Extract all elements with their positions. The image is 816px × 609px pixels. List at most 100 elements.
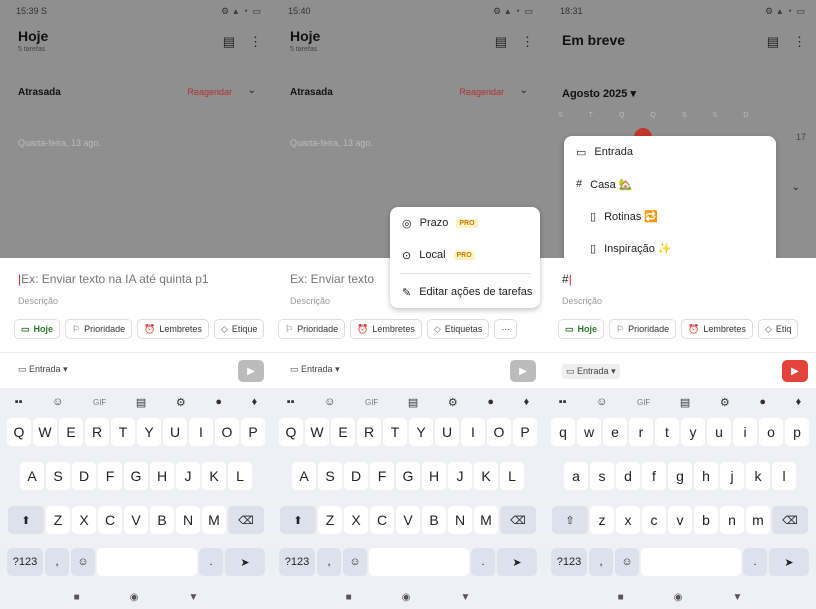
key[interactable]: S — [46, 462, 70, 490]
shift-key[interactable]: ⬆ — [8, 506, 44, 534]
apps-icon[interactable]: ▪▪ — [15, 396, 23, 408]
back-icon[interactable]: ▼ — [188, 592, 198, 603]
description-input[interactable]: Descrição — [290, 296, 330, 306]
project-selector[interactable]: ▭ Entrada ▾ — [290, 364, 340, 375]
chip-reminders[interactable]: ⏰ Lembretes — [350, 319, 422, 339]
key[interactable]: V — [124, 506, 148, 534]
key[interactable]: R — [357, 418, 381, 446]
gif-button[interactable]: GIF — [637, 398, 650, 407]
palette-icon[interactable]: ● — [759, 396, 766, 408]
key[interactable]: l — [772, 462, 796, 490]
key[interactable]: Z — [318, 506, 342, 534]
key[interactable]: s — [590, 462, 614, 490]
enter-key[interactable]: ➤ — [225, 548, 265, 576]
key[interactable]: E — [331, 418, 355, 446]
key[interactable]: W — [305, 418, 329, 446]
key[interactable]: j — [720, 462, 744, 490]
key[interactable]: F — [98, 462, 122, 490]
backspace-key[interactable]: ⌫ — [772, 506, 808, 534]
chip-labels[interactable]: ◇ Etiq — [757, 319, 799, 339]
key[interactable]: x — [616, 506, 640, 534]
comma-key[interactable]: , — [317, 548, 341, 576]
month-selector[interactable]: Agosto 2025 ▾ — [562, 87, 636, 100]
apps-icon[interactable]: ▪▪ — [287, 396, 295, 408]
key[interactable]: p — [785, 418, 809, 446]
key[interactable]: I — [189, 418, 213, 446]
key[interactable]: z — [590, 506, 614, 534]
key[interactable]: C — [98, 506, 122, 534]
chip-today[interactable]: ▭ Hoje — [558, 319, 605, 339]
symbols-key[interactable]: ?123 — [279, 548, 315, 576]
view-icon[interactable]: ▤ — [495, 34, 507, 50]
key[interactable]: h — [694, 462, 718, 490]
reschedule-button[interactable]: Reagendar — [459, 87, 504, 97]
key[interactable]: D — [344, 462, 368, 490]
key[interactable]: P — [241, 418, 265, 446]
key[interactable]: b — [694, 506, 718, 534]
chip-today[interactable]: ▭ Hoje — [14, 319, 61, 339]
more-menu-icon[interactable]: ⋮ — [793, 34, 806, 50]
emoji-key[interactable]: ☺ — [343, 548, 367, 576]
chip-more[interactable]: ··· — [494, 319, 518, 339]
key[interactable]: i — [733, 418, 757, 446]
palette-icon[interactable]: ● — [215, 396, 222, 408]
description-input[interactable]: Descrição — [18, 296, 58, 306]
send-button[interactable]: ▶ — [782, 360, 808, 382]
space-key[interactable] — [641, 548, 741, 576]
send-button[interactable]: ▶ — [238, 360, 264, 382]
clipboard-icon[interactable]: ▤ — [680, 396, 690, 409]
calendar-day[interactable]: 17 — [796, 132, 806, 142]
key[interactable]: M — [474, 506, 498, 534]
settings-icon[interactable]: ⚙ — [176, 396, 186, 409]
key[interactable]: B — [422, 506, 446, 534]
chip-priority[interactable]: ⚐ Prioridade — [278, 319, 346, 339]
key[interactable]: r — [629, 418, 653, 446]
period-key[interactable]: . — [471, 548, 495, 576]
send-button[interactable]: ▶ — [510, 360, 536, 382]
apps-icon[interactable]: ▪▪ — [559, 396, 567, 408]
task-name-input[interactable]: #| — [562, 272, 572, 286]
key[interactable]: B — [150, 506, 174, 534]
chevron-down-icon[interactable]: ⌄ — [248, 85, 256, 96]
key[interactable]: T — [383, 418, 407, 446]
key[interactable]: Q — [279, 418, 303, 446]
task-name-input[interactable]: |Ex: Enviar texto na IA até quinta p1 — [18, 272, 209, 286]
enter-key[interactable]: ➤ — [497, 548, 537, 576]
project-item-rotinas[interactable]: ▯ Rotinas 🔁 — [564, 200, 776, 232]
popup-item-location[interactable]: ⊙ Local PRO — [390, 239, 540, 271]
sticker-icon[interactable]: ☺ — [52, 396, 63, 408]
backspace-key[interactable]: ⌫ — [500, 506, 536, 534]
back-icon[interactable]: ▼ — [732, 592, 742, 603]
settings-icon[interactable]: ⚙ — [720, 396, 730, 409]
sticker-icon[interactable]: ☺ — [596, 396, 607, 408]
key[interactable]: U — [435, 418, 459, 446]
key[interactable]: L — [500, 462, 524, 490]
key[interactable]: O — [487, 418, 511, 446]
more-menu-icon[interactable]: ⋮ — [249, 34, 262, 50]
chip-reminders[interactable]: ⏰ Lembretes — [681, 319, 753, 339]
key[interactable]: T — [111, 418, 135, 446]
key[interactable]: f — [642, 462, 666, 490]
key[interactable]: J — [176, 462, 200, 490]
back-icon[interactable]: ▼ — [460, 592, 470, 603]
home-icon[interactable]: ◉ — [130, 592, 139, 603]
key[interactable]: X — [344, 506, 368, 534]
more-menu-icon[interactable]: ⋮ — [521, 34, 534, 50]
key[interactable]: u — [707, 418, 731, 446]
recents-icon[interactable]: ■ — [618, 592, 624, 603]
view-icon[interactable]: ▤ — [767, 34, 779, 50]
key[interactable]: n — [720, 506, 744, 534]
mic-icon[interactable]: ♦ — [524, 396, 530, 408]
key[interactable]: U — [163, 418, 187, 446]
sticker-icon[interactable]: ☺ — [324, 396, 335, 408]
key[interactable]: e — [603, 418, 627, 446]
chip-priority[interactable]: ⚐ Prioridade — [65, 319, 133, 339]
comma-key[interactable]: , — [45, 548, 69, 576]
description-input[interactable]: Descrição — [562, 296, 602, 306]
chip-labels[interactable]: ◇ Etique — [213, 319, 265, 339]
settings-icon[interactable]: ⚙ — [448, 396, 458, 409]
recents-icon[interactable]: ■ — [346, 592, 352, 603]
chip-labels[interactable]: ◇ Etiquetas — [426, 319, 490, 339]
key[interactable]: C — [370, 506, 394, 534]
backspace-key[interactable]: ⌫ — [228, 506, 264, 534]
